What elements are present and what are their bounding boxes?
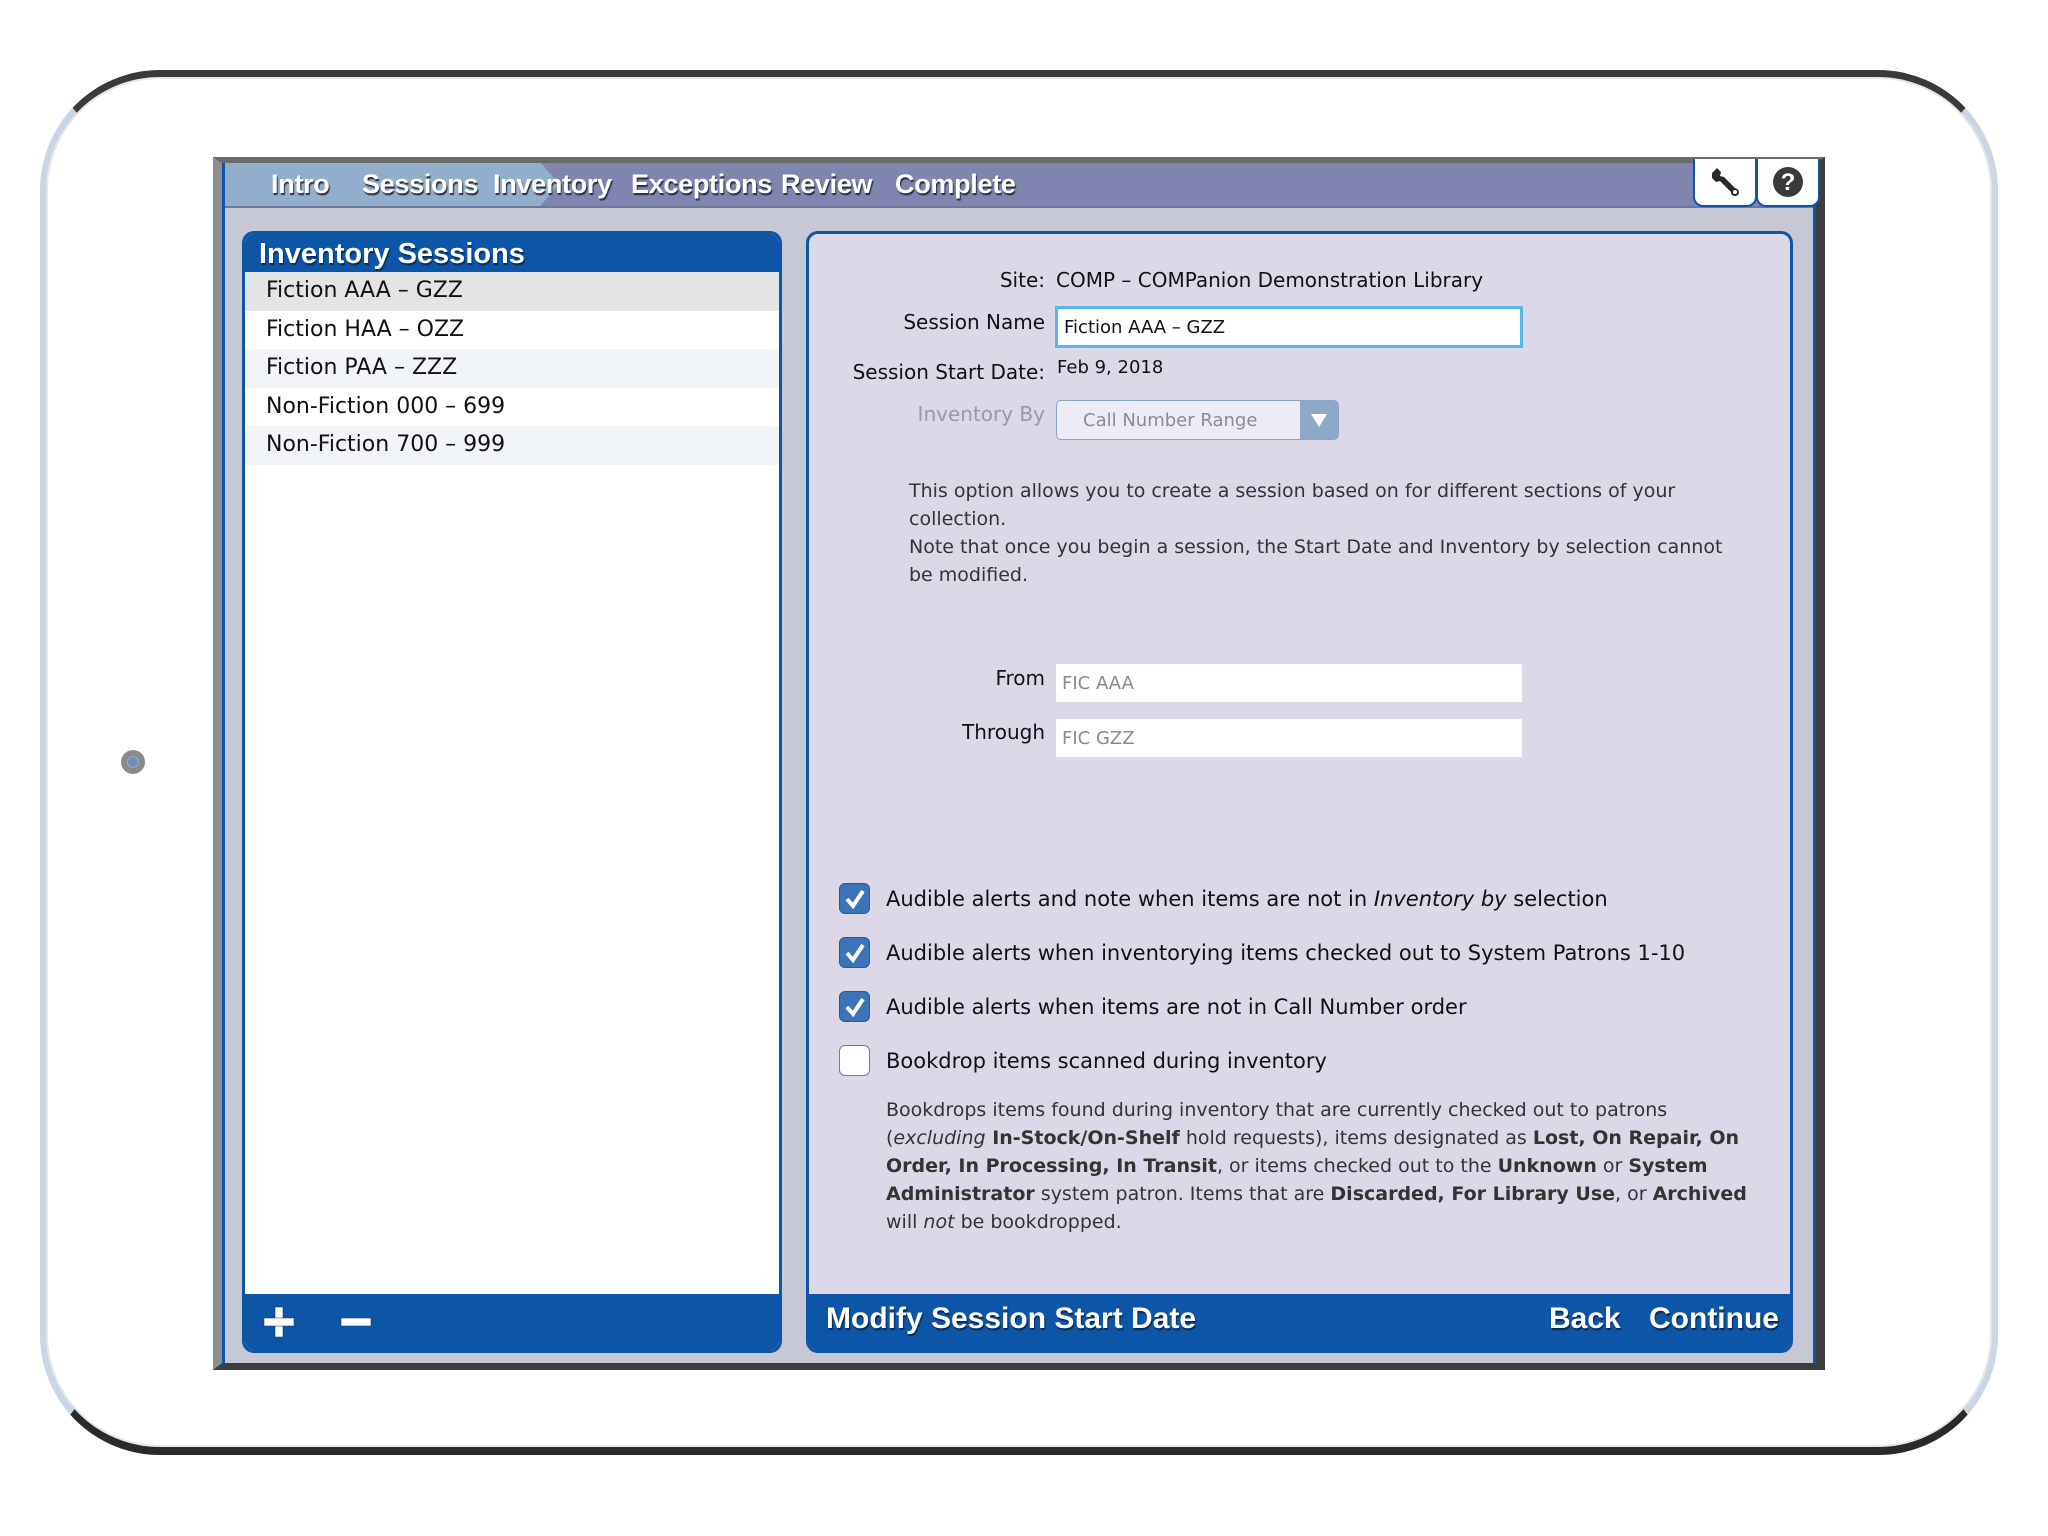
through-value: FIC GZZ — [1062, 727, 1135, 749]
alert-not-in-selection-option[interactable]: Audible alerts and note when items are n… — [839, 883, 1608, 914]
continue-button[interactable]: Continue — [1649, 1302, 1779, 1336]
add-session-button[interactable] — [261, 1304, 297, 1340]
session-list-item[interactable]: Fiction PAA – ZZZ — [245, 349, 779, 388]
inventory-by-description: This option allows you to create a sessi… — [909, 480, 1723, 586]
checkbox-checked[interactable] — [839, 991, 870, 1022]
nav-step-exceptions[interactable]: Exceptions — [631, 169, 772, 200]
checkmark-icon — [844, 889, 865, 909]
step-navigation: Intro Sessions Inventory Exceptions Revi… — [225, 159, 1820, 208]
checkbox-unchecked[interactable] — [839, 1045, 870, 1076]
help-button[interactable]: ? — [1756, 159, 1820, 207]
inventory-by-label: Inventory By — [917, 402, 1045, 426]
plus-icon — [263, 1306, 295, 1338]
modify-start-date-button[interactable]: Modify Session Start Date — [826, 1302, 1196, 1336]
inventory-by-value: Call Number Range — [1083, 409, 1258, 431]
checkmark-icon — [844, 943, 865, 963]
session-name-value: Fiction AAA – GZZ — [1064, 316, 1226, 338]
chevron-down-icon — [1300, 401, 1338, 439]
sessions-list: Fiction AAA – GZZ Fiction HAA – OZZ Fict… — [245, 272, 779, 465]
through-label: Through — [962, 720, 1045, 744]
nav-step-inventory[interactable]: Inventory — [493, 169, 612, 200]
help-icon: ? — [1773, 167, 1803, 197]
through-input[interactable]: FIC GZZ — [1056, 719, 1522, 757]
site-value: COMP – COMPanion Demonstration Library — [1056, 268, 1484, 292]
session-list-item[interactable]: Non-Fiction 700 – 999 — [245, 426, 779, 465]
from-value: FIC AAA — [1062, 672, 1134, 694]
from-label: From — [995, 666, 1045, 690]
remove-session-button[interactable] — [338, 1304, 374, 1340]
details-panel-footer: Modify Session Start Date Back Continue — [809, 1294, 1790, 1350]
from-input[interactable]: FIC AAA — [1056, 664, 1522, 702]
checkbox-checked[interactable] — [839, 937, 870, 968]
session-details-panel: Site: COMP – COMPanion Demonstration Lib… — [806, 231, 1793, 1353]
inventory-by-select[interactable]: Call Number Range — [1056, 400, 1339, 440]
session-list-item[interactable]: Fiction AAA – GZZ — [245, 272, 779, 311]
alert-call-number-order-option[interactable]: Audible alerts when items are not in Cal… — [839, 991, 1467, 1022]
site-label: Site: — [999, 268, 1045, 292]
app-screen: Intro Sessions Inventory Exceptions Revi… — [213, 157, 1825, 1370]
minus-icon — [340, 1317, 372, 1327]
session-list-item[interactable]: Fiction HAA – OZZ — [245, 310, 779, 349]
alert-system-patrons-option[interactable]: Audible alerts when inventorying items c… — [839, 937, 1685, 968]
session-name-label: Session Name — [903, 310, 1045, 334]
app-content: Intro Sessions Inventory Exceptions Revi… — [222, 159, 1820, 1363]
nav-step-sessions[interactable]: Sessions — [362, 169, 478, 200]
session-name-input[interactable]: Fiction AAA – GZZ — [1055, 306, 1523, 348]
nav-step-intro[interactable]: Intro — [271, 169, 330, 200]
svg-text:?: ? — [1781, 169, 1796, 196]
checkbox-checked[interactable] — [839, 883, 870, 914]
sessions-panel: Inventory Sessions Fiction AAA – GZZ Fic… — [242, 231, 782, 1353]
checkmark-icon — [844, 997, 865, 1017]
bookdrop-description: Bookdrops items found during inventory t… — [886, 1099, 1747, 1233]
wrench-icon — [1712, 168, 1739, 196]
nav-step-complete[interactable]: Complete — [895, 169, 1016, 200]
sessions-panel-title: Inventory Sessions — [245, 234, 779, 272]
session-list-item[interactable]: Non-Fiction 000 – 699 — [245, 387, 779, 426]
sessions-panel-footer — [245, 1294, 779, 1350]
settings-button[interactable] — [1693, 159, 1757, 207]
session-start-date-label: Session Start Date: — [852, 360, 1045, 384]
session-start-date-value: Feb 9, 2018 — [1057, 357, 1164, 378]
nav-step-review[interactable]: Review — [781, 169, 873, 200]
bookdrop-items-option[interactable]: Bookdrop items scanned during inventory — [839, 1045, 1327, 1076]
back-button[interactable]: Back — [1549, 1302, 1621, 1336]
camera-icon — [121, 750, 145, 774]
